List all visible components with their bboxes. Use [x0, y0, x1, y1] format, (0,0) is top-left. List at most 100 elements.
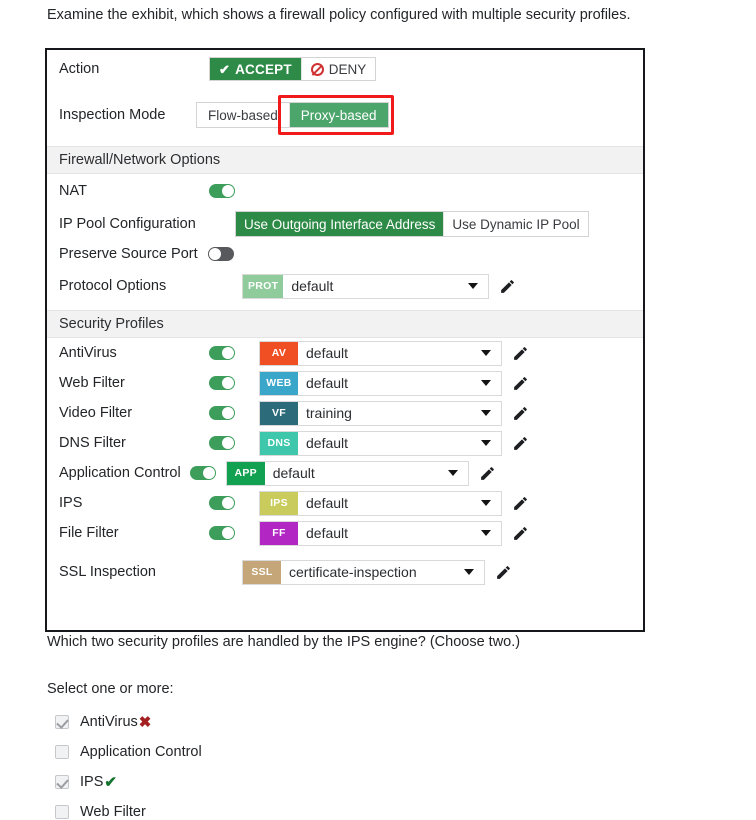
security-profile-toggle[interactable] — [209, 496, 235, 510]
ssl-inspection-label: SSL Inspection — [59, 564, 156, 580]
answer-wrong-mark-icon: ✖ — [138, 714, 152, 731]
firewall-policy-exhibit: Action ✔ ACCEPT DENY Inspection Mode Flo… — [45, 48, 645, 632]
ip-pool-outgoing-interface-option[interactable]: Use Outgoing Interface Address — [236, 212, 445, 236]
action-deny-option[interactable]: DENY — [301, 58, 376, 80]
answer-checkbox[interactable] — [55, 805, 69, 819]
chevron-down-icon[interactable] — [481, 380, 491, 386]
action-accept-label: ACCEPT — [235, 61, 292, 77]
security-profile-row: DNS Filter DNS default — [47, 428, 643, 458]
security-profile-row: Video Filter VF training — [47, 398, 643, 428]
security-profile-edit-pencil-icon[interactable] — [512, 525, 529, 542]
preserve-source-port-toggle[interactable] — [207, 247, 234, 261]
security-profile-value: default — [306, 435, 349, 451]
security-profile-select[interactable]: VF training — [259, 400, 502, 426]
answer-checkbox[interactable] — [55, 775, 69, 789]
answer-label: Web Filter — [80, 804, 146, 820]
security-profile-edit-pencil-icon[interactable] — [479, 465, 496, 482]
protocol-options-label: Protocol Options — [59, 278, 167, 294]
security-profile-toggle[interactable] — [189, 466, 216, 480]
security-profile-label: IPS — [59, 495, 83, 511]
inspection-proxy-based-option[interactable]: Proxy-based — [289, 103, 388, 127]
action-label: Action — [59, 61, 100, 77]
chevron-down-icon[interactable] — [481, 500, 491, 506]
security-profiles-header: Security Profiles — [47, 310, 643, 338]
protocol-options-edit-pencil-icon[interactable] — [499, 278, 516, 295]
nat-toggle[interactable] — [209, 184, 235, 198]
action-deny-label: DENY — [328, 61, 367, 77]
question-text: Which two security profiles are handled … — [47, 634, 521, 650]
answer-checkbox[interactable] — [55, 745, 69, 759]
ip-pool-outgoing-interface-label: Use Outgoing Interface Address — [244, 216, 436, 232]
security-profile-select[interactable]: WEB default — [259, 370, 502, 396]
answer-checkbox[interactable] — [55, 715, 69, 729]
ip-pool-dynamic-option[interactable]: Use Dynamic IP Pool — [444, 212, 588, 236]
inspection-mode-label: Inspection Mode — [59, 107, 166, 123]
intro-text: Examine the exhibit, which shows a firew… — [47, 7, 631, 23]
answer-option[interactable]: IPS ✔ — [55, 767, 455, 797]
security-profile-select[interactable]: DNS default — [259, 430, 502, 456]
ssl-inspection-edit-pencil-icon[interactable] — [495, 564, 512, 581]
security-profile-value: default — [306, 495, 349, 511]
security-profile-label: File Filter — [59, 525, 119, 541]
security-profile-row: IPS IPS default — [47, 488, 643, 518]
security-profile-select[interactable]: AV default — [259, 340, 502, 366]
chevron-down-icon[interactable] — [464, 569, 474, 575]
chevron-down-icon[interactable] — [481, 410, 491, 416]
inspection-mode-row: Inspection Mode Flow-based Proxy-based — [47, 88, 643, 142]
protocol-options-row: Protocol Options PROT default — [47, 268, 643, 304]
security-profile-toggle[interactable] — [209, 436, 235, 450]
deny-circle-icon — [310, 62, 324, 76]
chevron-down-icon[interactable] — [468, 283, 478, 289]
action-accept-option[interactable]: ✔ ACCEPT — [210, 58, 302, 80]
security-profile-edit-pencil-icon[interactable] — [512, 345, 529, 362]
security-profile-badge: APP — [226, 461, 265, 485]
security-profile-value: default — [272, 465, 315, 481]
answer-option[interactable]: Web Filter — [55, 797, 455, 820]
exam-question-page: Examine the exhibit, which shows a firew… — [0, 0, 756, 820]
answer-option[interactable]: AntiVirus ✖ — [55, 707, 455, 737]
protocol-options-badge: PROT — [243, 274, 284, 298]
nat-row: NAT — [47, 174, 643, 208]
security-profile-label: Application Control — [59, 465, 181, 481]
security-profile-select[interactable]: IPS default — [259, 490, 502, 516]
inspection-flow-based-label: Flow-based — [208, 107, 278, 123]
security-profile-toggle[interactable] — [209, 376, 235, 390]
chevron-down-icon[interactable] — [481, 350, 491, 356]
protocol-options-select[interactable]: PROT default — [242, 273, 489, 299]
security-profile-row: Application Control APP default — [47, 458, 643, 488]
chevron-down-icon[interactable] — [481, 530, 491, 536]
security-profile-toggle[interactable] — [209, 346, 235, 360]
chevron-down-icon[interactable] — [447, 470, 458, 476]
security-profile-edit-pencil-icon[interactable] — [512, 375, 529, 392]
security-profile-edit-pencil-icon[interactable] — [512, 495, 529, 512]
security-profile-value: default — [306, 375, 349, 391]
protocol-options-value: default — [291, 278, 334, 294]
firewall-network-options-header: Firewall/Network Options — [47, 146, 643, 174]
ssl-inspection-row: SSL Inspection SSL certificate-inspectio… — [47, 548, 643, 588]
security-profile-select[interactable]: FF default — [259, 520, 502, 546]
security-profile-badge: IPS — [260, 491, 298, 515]
answer-right-mark-icon: ✔ — [104, 774, 117, 791]
security-profile-edit-pencil-icon[interactable] — [512, 405, 529, 422]
security-profile-select[interactable]: APP default — [225, 460, 469, 486]
answer-option[interactable]: Application Control — [55, 737, 455, 767]
ssl-inspection-badge: SSL — [243, 560, 281, 584]
security-profile-edit-pencil-icon[interactable] — [512, 435, 529, 452]
preserve-source-port-label: Preserve Source Port — [59, 246, 198, 262]
security-profiles-list: AntiVirus AV default Web Filter WEB default Vi… — [47, 338, 643, 548]
ssl-inspection-value: certificate-inspection — [289, 564, 417, 580]
security-profile-row: Web Filter WEB default — [47, 368, 643, 398]
ssl-inspection-select[interactable]: SSL certificate-inspection — [242, 559, 485, 585]
answer-label: IPS — [80, 774, 104, 790]
security-profile-toggle[interactable] — [209, 406, 235, 420]
check-icon: ✔ — [219, 61, 231, 77]
ip-pool-segmented-control[interactable]: Use Outgoing Interface Address Use Dynam… — [235, 211, 589, 237]
security-profile-label: AntiVirus — [59, 345, 117, 361]
chevron-down-icon[interactable] — [481, 440, 491, 446]
security-profile-toggle[interactable] — [209, 526, 235, 540]
answer-options-list: AntiVirus ✖ Application Control IPS ✔ Web Fil… — [55, 707, 455, 820]
inspection-flow-based-option[interactable]: Flow-based — [197, 103, 290, 127]
answer-label: AntiVirus — [80, 714, 138, 730]
inspection-mode-segmented-control[interactable]: Flow-based Proxy-based — [196, 102, 389, 128]
action-segmented-control[interactable]: ✔ ACCEPT DENY — [209, 57, 377, 81]
